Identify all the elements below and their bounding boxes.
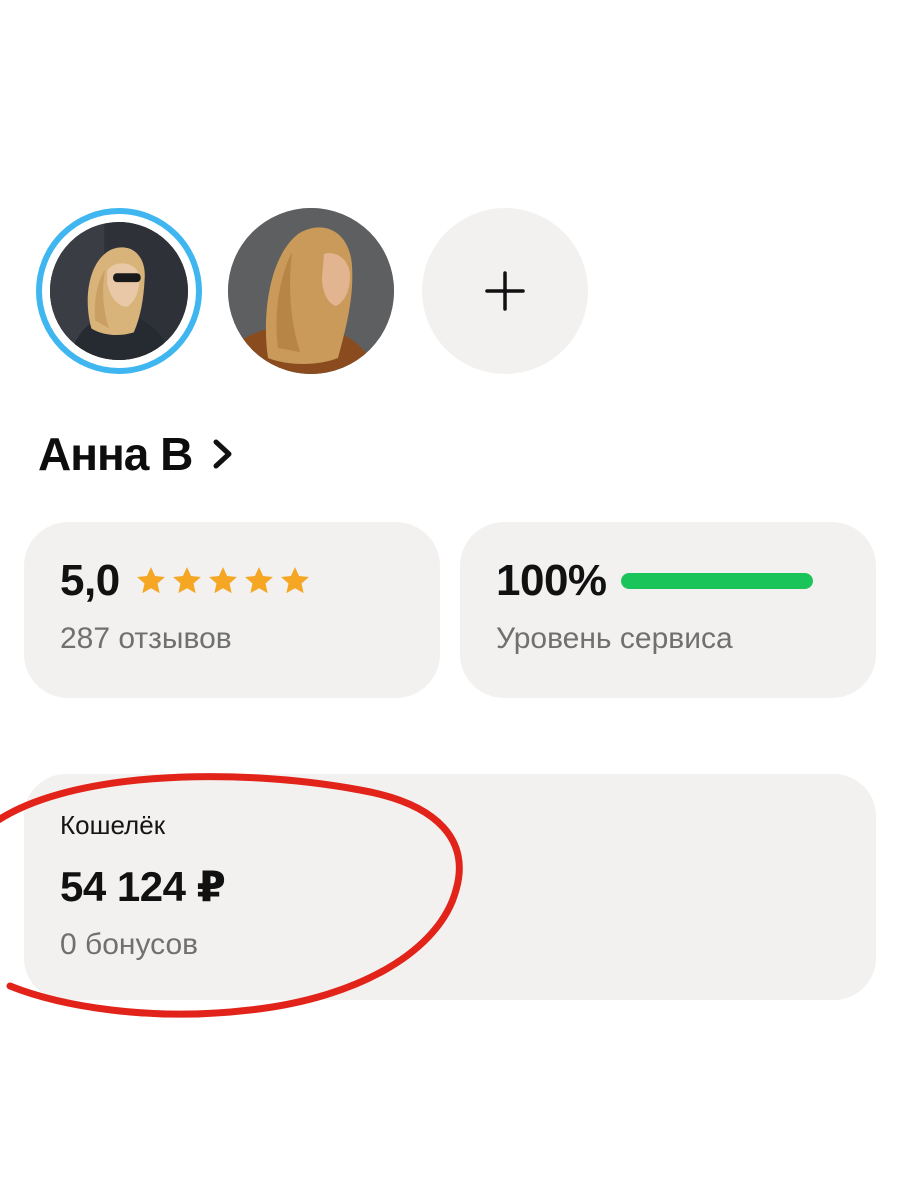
avatar-selected[interactable] [36, 208, 202, 374]
reviews-count: 287 отзывов [60, 622, 232, 655]
service-progress-fill [620, 573, 813, 589]
profile-photo-1 [50, 222, 188, 360]
plus-icon [485, 271, 525, 311]
service-level-value: 100% [496, 556, 607, 605]
service-progress-bar [620, 573, 813, 589]
wallet-title: Кошелёк [60, 810, 166, 840]
avatar-second[interactable] [228, 208, 394, 374]
profile-photo-2 [228, 208, 394, 374]
avatar-list [36, 208, 596, 376]
wallet-bonus: 0 бонусов [60, 928, 199, 961]
profile-name: Анна В [38, 428, 193, 480]
add-avatar-button[interactable] [422, 208, 588, 374]
star-icon [244, 567, 273, 594]
star-icon [172, 567, 201, 594]
star-icon [208, 567, 237, 594]
service-level-card[interactable]: 100% Уровень сервиса [460, 522, 876, 698]
star-icon [280, 567, 309, 594]
rating-card[interactable]: 5,0 287 отзывов [24, 522, 440, 698]
wallet-balance: 54 124 ₽ [60, 863, 226, 910]
avatar-photo [50, 222, 188, 360]
chevron-right-icon [213, 439, 232, 469]
profile-name-link[interactable]: Анна В [38, 424, 236, 484]
wallet-card[interactable]: Кошелёк 54 124 ₽ 0 бонусов [24, 774, 876, 1000]
star-icon [136, 567, 165, 594]
rating-value: 5,0 [60, 556, 120, 605]
rating-stars [134, 564, 312, 598]
service-level-label: Уровень сервиса [496, 622, 733, 655]
